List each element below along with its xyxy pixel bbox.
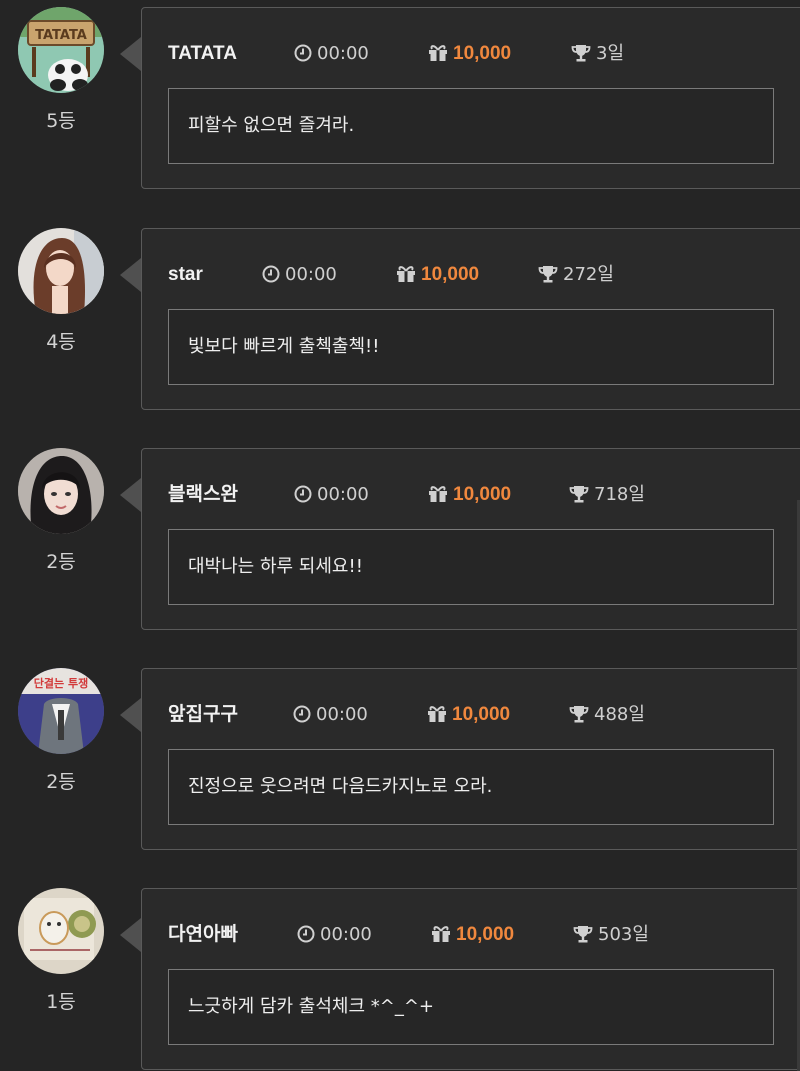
rank-label: 1등 [46,991,76,1013]
days-value: 488일 [594,704,645,725]
points-value: 10,000 [453,43,512,64]
avatar[interactable] [18,448,104,534]
avatar-sign-text: TATATA [35,28,87,43]
comment-card: 다연아빠 00:00 10,000 503일 느긋하게 담카 출석체크 *^_^… [141,888,800,1070]
comment-card: 앞집구구 00:00 10,000 488일 진정으로 웃으려면 다음드카지노로… [141,668,800,850]
clock-icon [294,485,312,511]
days-value: 718일 [594,484,645,505]
avatar[interactable] [18,228,104,314]
clock-icon [262,265,280,291]
time-stamp: 00:00 [262,262,337,288]
attendance-days: 3일 [571,41,624,67]
time-stamp: 00:00 [297,922,372,948]
gift-icon [428,44,448,70]
points-value: 10,000 [453,484,512,505]
days-value: 272일 [563,264,614,285]
trophy-icon [569,705,589,731]
days-value: 503일 [598,924,649,945]
trophy-icon [569,485,589,511]
attendance-days: 503일 [573,922,649,948]
nickname[interactable]: 다연아빠 [168,922,238,948]
attendance-days: 272일 [538,262,614,288]
attendance-days: 718일 [569,482,645,508]
time-value: 00:00 [317,484,369,505]
gift-icon [396,265,416,291]
comment-text: 대박나는 하루 되세요!! [168,529,774,605]
time-value: 00:00 [285,264,337,285]
points: 10,000 [428,482,511,508]
comment-text: 빛보다 빠르게 출첵출첵!! [168,309,774,385]
comment-card: 블랙스완 00:00 10,000 718일 대박나는 하루 되세요!! [141,448,800,630]
trophy-icon [538,265,558,291]
avatar[interactable]: 단결는 투쟁 [18,668,104,754]
rank-label: 2등 [46,771,76,793]
points-value: 10,000 [456,924,515,945]
avatar[interactable] [18,888,104,974]
comment-text: 진정으로 웃으려면 다음드카지노로 오라. [168,749,774,825]
time-value: 00:00 [320,924,372,945]
comment-text: 느긋하게 담카 출석체크 *^_^+ [168,969,774,1045]
rank-label: 4등 [46,331,76,353]
nickname[interactable]: star [168,262,203,288]
speech-arrow [120,258,141,292]
avatar-sign-text: 단결는 투쟁 [34,676,88,690]
points: 10,000 [431,922,514,948]
comment-text: 피할수 없으면 즐겨라. [168,88,774,164]
gift-icon [427,705,447,731]
points: 10,000 [396,262,479,288]
time-value: 00:00 [317,43,369,64]
attendance-entry: TATATA 5등 TATATA 00:00 10,000 3일 피할수 없으면… [0,0,800,189]
avatar[interactable]: TATATA [18,7,104,93]
time-value: 00:00 [316,704,368,725]
attendance-entry: 4등 star 00:00 10,000 272일 빛보다 빠르게 출첵출첵!! [0,221,800,410]
attendance-entry: 1등 다연아빠 00:00 10,000 503일 느긋하게 담카 출석체크 *… [0,881,800,1070]
attendance-entry: 2등 블랙스완 00:00 10,000 718일 대박나는 하루 되세요!! [0,441,800,630]
days-value: 3일 [596,43,625,64]
comment-card: TATATA 00:00 10,000 3일 피할수 없으면 즐겨라. [141,7,800,189]
time-stamp: 00:00 [294,482,369,508]
points: 10,000 [428,41,511,67]
nickname[interactable]: TATATA [168,41,237,67]
comment-card: star 00:00 10,000 272일 빛보다 빠르게 출첵출첵!! [141,228,800,410]
points-value: 10,000 [452,704,511,725]
clock-icon [297,925,315,951]
rank-label: 5등 [46,110,76,132]
clock-icon [293,705,311,731]
gift-icon [431,925,451,951]
speech-arrow [120,918,141,952]
points: 10,000 [427,702,510,728]
speech-arrow [120,37,141,71]
attendance-days: 488일 [569,702,645,728]
clock-icon [294,44,312,70]
trophy-icon [573,925,593,951]
rank-label: 2등 [46,551,76,573]
points-value: 10,000 [421,264,480,285]
nickname[interactable]: 블랙스완 [168,482,238,508]
speech-arrow [120,478,141,512]
speech-arrow [120,698,141,732]
nickname[interactable]: 앞집구구 [168,702,238,728]
trophy-icon [571,44,591,70]
gift-icon [428,485,448,511]
time-stamp: 00:00 [293,702,368,728]
time-stamp: 00:00 [294,41,369,67]
attendance-entry: 단결는 투쟁 2등 앞집구구 00:00 10,000 488일 진정으로 웃으… [0,661,800,850]
